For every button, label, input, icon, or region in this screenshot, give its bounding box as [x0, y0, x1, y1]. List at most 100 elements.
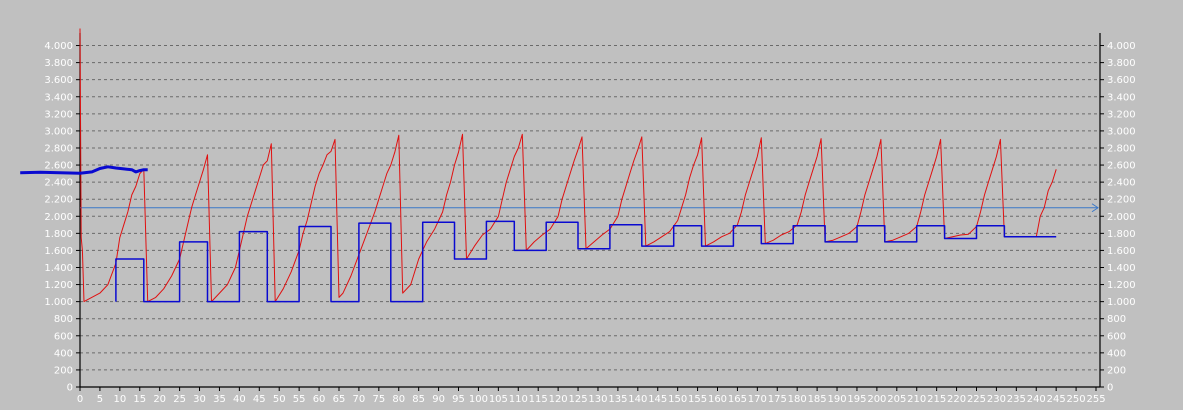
x-tick-label: 120 [549, 394, 568, 405]
x-tick-label: 230 [987, 394, 1006, 405]
y-tick-label-left: 2.600 [44, 161, 73, 172]
x-tick-label: 20 [153, 394, 166, 405]
y-tick-label-right: 3.400 [1107, 92, 1136, 103]
x-tick-label: 225 [967, 394, 986, 405]
y-tick-label-right: 1.200 [1107, 280, 1136, 291]
x-tick-label: 200 [867, 394, 886, 405]
x-tick-label: 85 [412, 394, 425, 405]
x-tick-label: 180 [788, 394, 807, 405]
x-tick-label: 75 [372, 394, 385, 405]
x-tick-label: 25 [173, 394, 186, 405]
x-tick-label: 150 [668, 394, 687, 405]
x-tick-label: 115 [529, 394, 548, 405]
x-tick-label: 45 [253, 394, 266, 405]
y-tick-label-left: 1.200 [44, 280, 73, 291]
x-tick-label: 165 [728, 394, 747, 405]
x-tick-label: 40 [233, 394, 246, 405]
x-tick-label: 35 [213, 394, 226, 405]
reference-line-layer [80, 203, 1099, 213]
y-tick-label-left: 3.400 [44, 92, 73, 103]
tick-labels: 0 0200 200400 400600 600800 8001.000 1.0001.20… [44, 41, 1135, 405]
y-tick-label-right: 600 [1107, 331, 1126, 342]
y-tick-label-right: 2.200 [1107, 195, 1136, 206]
x-tick-label: 195 [847, 394, 866, 405]
x-tick-label: 65 [333, 394, 346, 405]
y-tick-label-left: 2.000 [44, 212, 73, 223]
y-tick-label-right: 2.800 [1107, 143, 1136, 154]
y-tick-label-left: 3.800 [44, 58, 73, 69]
axes [76, 33, 1104, 391]
x-tick-label: 105 [489, 394, 508, 405]
y-tick-label-right: 800 [1107, 314, 1126, 325]
y-tick-label-left: 2.400 [44, 178, 73, 189]
x-tick-label: 5 [97, 394, 103, 405]
x-tick-label: 100 [469, 394, 488, 405]
y-tick-label-right: 2.000 [1107, 212, 1136, 223]
y-tick-label-right: 3.800 [1107, 58, 1136, 69]
y-tick-label-right: 2.400 [1107, 178, 1136, 189]
y-tick-label-right: 4.000 [1107, 41, 1136, 52]
y-tick-label-left: 1.000 [44, 297, 73, 308]
y-tick-label-right: 3.600 [1107, 75, 1136, 86]
x-tick-label: 125 [569, 394, 588, 405]
x-tick-label: 255 [1086, 394, 1105, 405]
y-tick-label-left: 1.400 [44, 263, 73, 274]
x-tick-label: 55 [293, 394, 306, 405]
x-tick-label: 240 [1027, 394, 1046, 405]
x-tick-label: 170 [748, 394, 767, 405]
line-chart: 0 0200 200400 400600 600800 8001.000 1.0001.20… [20, 28, 1136, 405]
x-tick-label: 210 [907, 394, 926, 405]
y-tick-label-right: 200 [1107, 365, 1126, 376]
x-tick-label: 60 [313, 394, 326, 405]
y-tick-label-left: 200 [54, 365, 73, 376]
y-tick-label-right: 3.200 [1107, 109, 1136, 120]
y-tick-label-right: 2.600 [1107, 161, 1136, 172]
x-tick-label: 140 [628, 394, 647, 405]
x-tick-label: 135 [608, 394, 627, 405]
y-tick-label-left: 3.200 [44, 109, 73, 120]
x-tick-label: 30 [193, 394, 206, 405]
y-tick-label-left: 0 [67, 383, 73, 394]
chart: 0 0 200 200 400 400 600 600 800 800 1.000 1.000 1.20… [0, 0, 1183, 410]
x-tick-label: 0 [77, 394, 83, 405]
x-tick-label: 10 [113, 394, 126, 405]
x-tick-label: 80 [392, 394, 405, 405]
y-tick-label-left: 2.800 [44, 143, 73, 154]
y-tick-label-left: 600 [54, 331, 73, 342]
x-tick-label: 15 [133, 394, 146, 405]
x-tick-label: 110 [509, 394, 528, 405]
y-tick-label-right: 1.400 [1107, 263, 1136, 274]
y-tick-label-right: 400 [1107, 348, 1126, 359]
y-tick-label-right: 0 [1107, 383, 1113, 394]
y-tick-label-left: 3.000 [44, 126, 73, 137]
x-tick-label: 190 [827, 394, 846, 405]
x-tick-label: 130 [588, 394, 607, 405]
x-tick-label: 90 [432, 394, 445, 405]
y-tick-label-left: 400 [54, 348, 73, 359]
x-tick-label: 250 [1067, 394, 1086, 405]
y-tick-label-left: 800 [54, 314, 73, 325]
y-tick-label-right: 1.000 [1107, 297, 1136, 308]
x-tick-label: 155 [688, 394, 707, 405]
x-tick-label: 245 [1047, 394, 1066, 405]
x-tick-label: 145 [648, 394, 667, 405]
y-tick-label-left: 4.000 [44, 41, 73, 52]
x-tick-label: 50 [273, 394, 286, 405]
y-tick-label-left: 1.800 [44, 229, 73, 240]
x-tick-label: 235 [1007, 394, 1026, 405]
series-line-3 [20, 165, 148, 175]
x-tick-label: 185 [808, 394, 827, 405]
y-tick-label-left: 2.200 [44, 195, 73, 206]
x-tick-label: 70 [353, 394, 366, 405]
x-tick-label: 160 [708, 394, 727, 405]
y-tick-label-right: 1.800 [1107, 229, 1136, 240]
x-tick-label: 175 [768, 394, 787, 405]
y-tick-label-left: 1.600 [44, 246, 73, 257]
x-tick-label: 95 [452, 394, 465, 405]
y-tick-label-left: 3.600 [44, 75, 73, 86]
y-tick-label-right: 3.000 [1107, 126, 1136, 137]
y-tick-label-right: 1.600 [1107, 246, 1136, 257]
x-tick-label: 220 [947, 394, 966, 405]
x-tick-label: 205 [887, 394, 906, 405]
x-tick-label: 215 [927, 394, 946, 405]
